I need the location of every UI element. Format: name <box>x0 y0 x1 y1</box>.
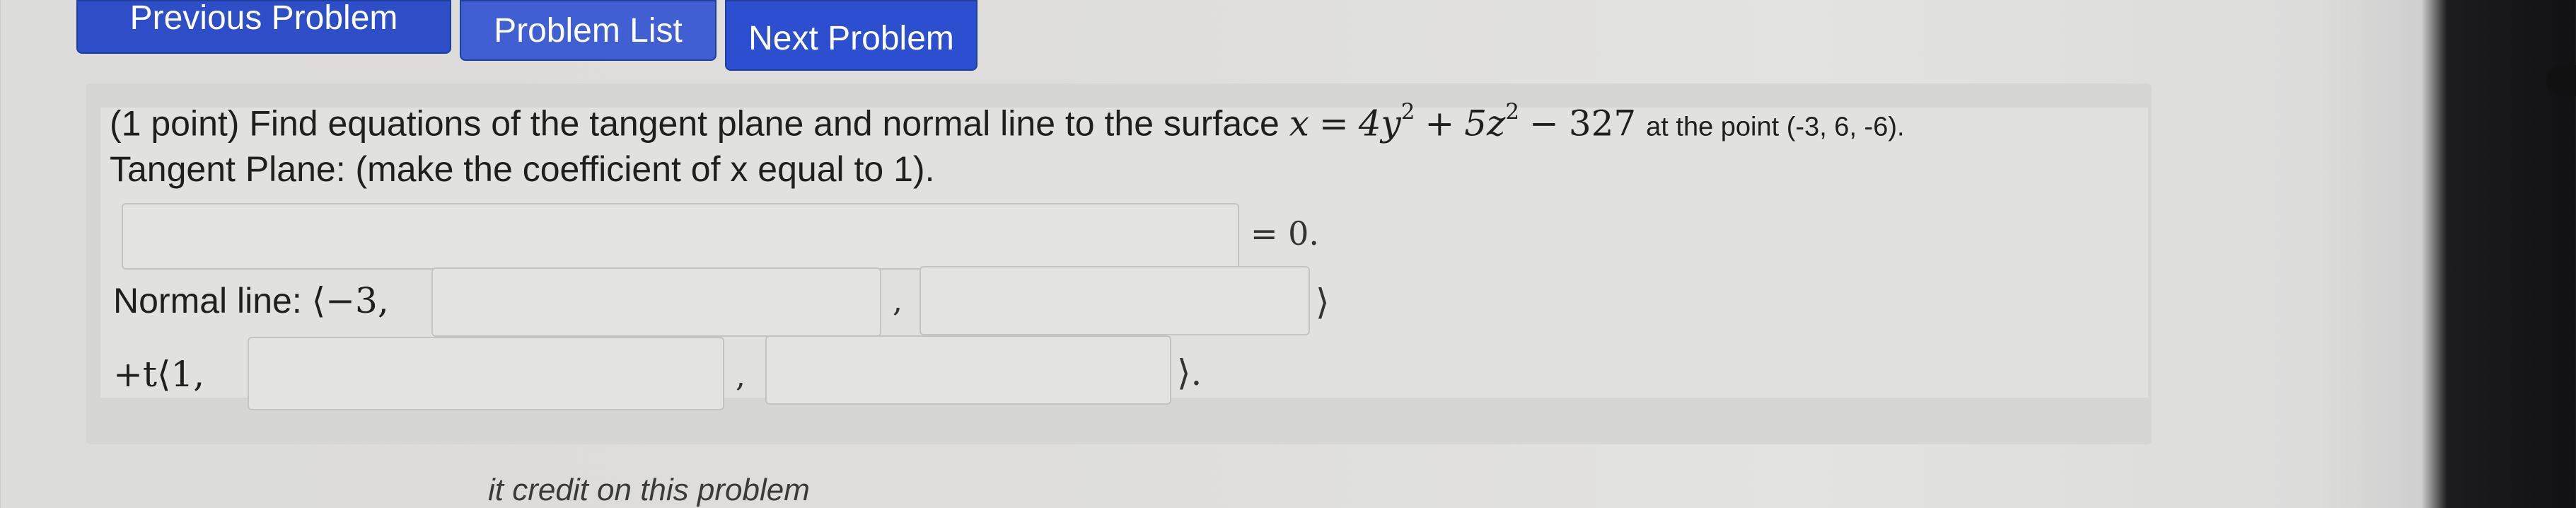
normal-line-label: Normal line: ⟨−3, <box>113 280 389 321</box>
direction-y-input[interactable] <box>248 337 724 410</box>
equation-term-c: 327 <box>1568 103 1637 144</box>
tangent-equals-zero: = 0. <box>1251 214 1320 253</box>
normal-line-y-input[interactable] <box>431 267 881 337</box>
problem-statement: (1 point) Find equations of the tangent … <box>110 99 1905 144</box>
normal-close-angle: ⟩ <box>1316 282 1330 323</box>
equation-term-a: 4y <box>1358 103 1401 144</box>
normal-line-z-input[interactable] <box>919 266 1310 335</box>
tangent-plane-label: Tangent Plane: (make the coefficient of … <box>110 149 935 189</box>
exponent-b: 2 <box>1505 99 1520 125</box>
direction-close-angle: ⟩. <box>1177 352 1202 393</box>
equation-plus: + <box>1425 103 1455 144</box>
normal-comma: , <box>893 283 903 319</box>
equation-var: x <box>1289 103 1309 144</box>
footer-partial-text: it credit on this problem <box>488 473 810 507</box>
direction-start: +t⟨1, <box>113 354 205 395</box>
normal-line-start: ⟨−3, <box>311 280 389 321</box>
normal-line-text: Normal line: <box>113 281 302 321</box>
direction-z-input[interactable] <box>765 335 1171 405</box>
device-edge <box>2546 65 2576 96</box>
equation-minus: − <box>1529 103 1559 144</box>
tangent-plane-input[interactable] <box>122 203 1239 270</box>
problem-list-button[interactable]: Problem List <box>460 0 716 61</box>
exponent-a: 2 <box>1400 99 1415 125</box>
equation-term-b: 5z <box>1464 103 1506 144</box>
point-text: at the point (-3, 6, -6). <box>1646 112 1905 142</box>
problem-prefix: (1 point) Find equations of the tangent … <box>110 103 1280 144</box>
direction-comma: , <box>736 358 745 394</box>
equation-equals: = <box>1318 103 1349 144</box>
next-problem-button[interactable]: Next Problem <box>725 0 977 71</box>
previous-problem-button[interactable]: Previous Problem <box>76 0 451 54</box>
